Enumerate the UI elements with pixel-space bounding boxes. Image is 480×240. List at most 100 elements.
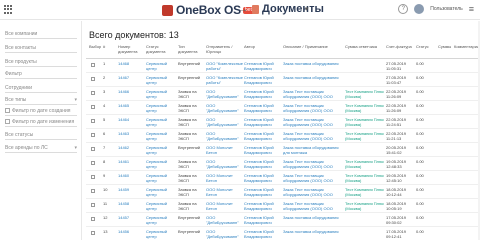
row-checkbox[interactable]: [91, 189, 95, 193]
table-row[interactable]: 8 14461 Сервисный центр Заявка на ЭКСП ООО "…: [86, 158, 478, 171]
document-status[interactable]: Сервисный центр: [146, 103, 177, 113]
description-link[interactable]: Заказ Тест поставщик оборудования (ООО) …: [283, 89, 344, 99]
description-link[interactable]: Заказ Тест поставщик оборудования (ООО) …: [283, 103, 344, 113]
document-status[interactable]: Сервисный центр: [146, 75, 177, 85]
column-header[interactable]: Отправитель / Юрлицо: [206, 44, 243, 58]
sender-link[interactable]: ООО Монолит Бетон: [206, 187, 243, 197]
filter-checkbox[interactable]: [5, 108, 10, 113]
sender-link[interactable]: ООО "ДебиБрусиманн": [206, 229, 243, 239]
author-link[interactable]: Степанов Юрий Владимирович: [244, 131, 282, 141]
document-status[interactable]: Сервисный центр: [146, 131, 177, 141]
filter-6[interactable]: Все типы ▾: [5, 96, 77, 105]
sender-link[interactable]: ООО Монолит Бетон: [206, 145, 243, 155]
description-link[interactable]: Заказ Тест поставщик оборудования (ООО) …: [283, 131, 344, 141]
description-link[interactable]: Заказ Тест поставщик оборудования (ООО) …: [283, 159, 344, 169]
filter-10[interactable]: Все аренды по ЛС ▾: [5, 144, 77, 153]
column-header[interactable]: Тип документа: [178, 44, 205, 58]
description-link[interactable]: Заказ поставка оборудования для монтажа: [283, 145, 344, 155]
column-header[interactable]: #: [103, 44, 117, 58]
author-link[interactable]: Степанов Юрий Владимирович: [244, 145, 282, 155]
filter-8[interactable]: Фильтр по дате изменения: [5, 118, 77, 127]
client-link[interactable]: Тест Компания Плюс (Москва): [345, 159, 385, 169]
client-link[interactable]: Тест Компания Плюс (Москва): [345, 103, 385, 113]
column-header[interactable]: Номер документа: [118, 44, 145, 58]
row-checkbox[interactable]: [91, 231, 95, 235]
sender-link[interactable]: ООО "ДебиБрусиманн": [206, 215, 243, 225]
column-header[interactable]: Сумма ответчика: [345, 44, 385, 58]
author-link[interactable]: Степанов Юрий Владимирович: [244, 89, 282, 99]
document-number-link[interactable]: 14464: [118, 117, 144, 122]
chevron-down-icon[interactable]: ▾: [74, 96, 77, 104]
filter-4[interactable]: Фильтр: [5, 70, 77, 79]
chevron-down-icon[interactable]: ▾: [305, 5, 309, 13]
document-number-link[interactable]: 14458: [118, 201, 144, 206]
column-header[interactable]: Статус документа: [146, 44, 177, 58]
column-header[interactable]: Счет-фактура: [386, 44, 415, 58]
table-row[interactable]: 9 14460 Сервисный центр Заявка на ЭКСП ООО М…: [86, 172, 478, 185]
filter-3[interactable]: Все продукты: [5, 58, 77, 67]
client-link[interactable]: Тест Компания Плюс (Москва): [345, 187, 385, 197]
filter-checkbox[interactable]: [5, 119, 10, 124]
table-row[interactable]: 12 14457 Сервисный центр Внутренний ООО "Деб…: [86, 214, 478, 227]
column-header[interactable]: Комментарии: [454, 44, 478, 58]
author-link[interactable]: Степанов Юрий Владимирович: [244, 229, 282, 239]
client-link[interactable]: Тест Компания Плюс (Москва): [345, 117, 385, 127]
author-link[interactable]: Степанов Юрий Владимирович: [244, 173, 282, 183]
document-number-link[interactable]: 14460: [118, 173, 144, 178]
description-link[interactable]: Заказ поставка оборудования: [283, 215, 344, 220]
description-link[interactable]: Заказ поставка оборудования: [283, 75, 344, 80]
sender-link[interactable]: ООО Монолит Бетон: [206, 173, 243, 183]
description-link[interactable]: Заказ Тест поставщик оборудования (ООО) …: [283, 201, 344, 211]
author-link[interactable]: Степанов Юрий Владимирович: [244, 187, 282, 197]
row-checkbox[interactable]: [91, 217, 95, 221]
user-name[interactable]: Пользователь: [430, 6, 462, 12]
sender-link[interactable]: ООО "ДебиБрусиманн": [206, 159, 243, 169]
description-link[interactable]: Заказ поставка оборудования: [283, 229, 344, 234]
column-header[interactable]: Статус: [416, 44, 437, 58]
document-status[interactable]: Сервисный центр: [146, 159, 177, 169]
column-header[interactable]: Описание / Примечание: [283, 44, 344, 58]
document-number-link[interactable]: 14463: [118, 131, 144, 136]
document-number-link[interactable]: 14461: [118, 159, 144, 164]
row-checkbox[interactable]: [91, 161, 95, 165]
sender-link[interactable]: ООО "ДебиБрусиманн": [206, 117, 243, 127]
document-status[interactable]: Сервисный центр: [146, 201, 177, 211]
description-link[interactable]: Заказ Тест поставщик оборудования (ООО) …: [283, 117, 344, 127]
table-row[interactable]: 5 14464 Сервисный центр Заявка на ЭКСП ООО "…: [86, 116, 478, 129]
client-link[interactable]: Тест Компания Плюс (Москва): [345, 173, 385, 183]
avatar[interactable]: [414, 4, 425, 14]
filter-1[interactable]: Все компании: [5, 30, 77, 39]
row-checkbox[interactable]: [91, 105, 95, 109]
author-link[interactable]: Степанов Юрий Владимирович: [244, 201, 282, 211]
row-checkbox[interactable]: [91, 91, 95, 95]
author-link[interactable]: Степанов Юрий Владимирович: [244, 215, 282, 225]
sender-link[interactable]: ООО "ДебиБрусиманн": [206, 103, 243, 113]
author-link[interactable]: Степанов Юрий Владимирович: [244, 103, 282, 113]
client-link[interactable]: Тест Компания Плюс (Москва): [345, 131, 385, 141]
table-row[interactable]: 3 14466 Сервисный центр Заявка на ЭКСП ООО "…: [86, 88, 478, 101]
table-row[interactable]: 11 14458 Сервисный центр Заявка на ЭКСП ООО …: [86, 200, 478, 213]
author-link[interactable]: Степанов Юрий Владимирович: [244, 159, 282, 169]
row-checkbox[interactable]: [91, 175, 95, 179]
apps-grid-icon[interactable]: [4, 5, 13, 14]
author-link[interactable]: Степанов Юрий Владимирович: [244, 61, 282, 71]
row-checkbox[interactable]: [91, 147, 95, 151]
document-status[interactable]: Сервисный центр: [146, 61, 177, 71]
sender-link[interactable]: ООО "Комплексные работы": [206, 75, 243, 85]
client-link[interactable]: Тест Компания Плюс (Москва): [345, 89, 385, 99]
table-row[interactable]: 6 14463 Сервисный центр Заявка на ЭКСП ООО "…: [86, 130, 478, 143]
filter-9[interactable]: Все статусы: [5, 131, 77, 140]
document-status[interactable]: Сервисный центр: [146, 89, 177, 99]
document-status[interactable]: Сервисный центр: [146, 215, 177, 225]
menu-icon[interactable]: ≡: [469, 4, 474, 14]
document-number-link[interactable]: 14457: [118, 215, 144, 220]
filter-2[interactable]: Все контакты: [5, 44, 77, 53]
description-link[interactable]: Заказ Тест поставщик оборудования (ООО) …: [283, 187, 344, 197]
author-link[interactable]: Степанов Юрий Владимирович: [244, 117, 282, 127]
client-link[interactable]: Тест Компания Плюс (Москва): [345, 201, 385, 211]
table-row[interactable]: 2 14467 Сервисный центр Внутренний ООО "Комп…: [86, 74, 478, 87]
filter-5[interactable]: Сотрудники: [5, 84, 77, 93]
document-number-link[interactable]: 14468: [118, 61, 144, 66]
row-checkbox[interactable]: [91, 77, 95, 81]
table-row[interactable]: 4 14465 Сервисный центр Заявка на ЭКСП ООО "…: [86, 102, 478, 115]
